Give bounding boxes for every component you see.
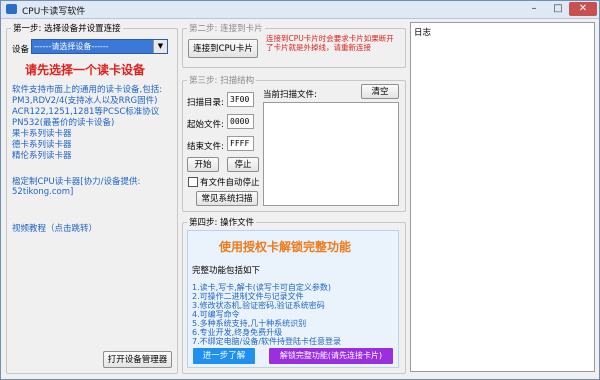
open-device-manager-button[interactable]: 打开设备管理器 (103, 351, 172, 368)
auto-stop-label: 有文件自动停止 (200, 178, 260, 188)
scan-dir-label: 扫描目录: (187, 98, 224, 108)
feature-item: 7.不绑定电脑/设备/软件持登陆卡任意登录 (192, 337, 342, 346)
end-file-label: 结束文件: (187, 142, 224, 152)
title-bar[interactable]: CPU卡读写软件 – □ ✕ (1, 1, 599, 19)
video-tutorial-link[interactable]: 视频教程（点击跳转） (12, 222, 97, 234)
connect-hint: 连接到CPU卡片时会要求卡片如果断开了卡片就是外掉线，请重新连接 (266, 34, 394, 52)
device-label: 设备 (12, 45, 30, 55)
app-window: CPU卡读写软件 – □ ✕ 第一步: 选择设备并设置连接 设备 ------请… (0, 0, 600, 380)
close-button[interactable]: ✕ (569, 2, 597, 16)
stop-scan-button[interactable]: 停止 (227, 157, 259, 172)
select-device-prompt: 请先选择一个读卡设备 (25, 63, 146, 77)
unlock-full-features-button[interactable]: 解锁完整功能(请先连接卡片) (269, 348, 393, 364)
end-file-input[interactable]: FFFF (227, 136, 254, 151)
start-file-label: 起始文件: (187, 120, 224, 130)
device-select-value: ------请选择设备------ (34, 42, 109, 51)
info-line: 楹定制CPU读卡器[协力/设备提供: (12, 177, 141, 187)
device-select[interactable]: ------请选择设备------ ▼ (31, 39, 168, 54)
window-title: CPU卡读写软件 (22, 7, 86, 17)
clear-button[interactable]: 清空 (361, 84, 399, 99)
connect-card-button[interactable]: 连接到CPU卡片 (188, 39, 258, 58)
cpu-card-icon (6, 4, 17, 14)
info-line: 精伦系列读卡器 (12, 151, 72, 161)
step3-legend: 第三步: 扫描结构 (189, 76, 255, 86)
current-file-list[interactable] (263, 102, 399, 206)
minimize-button[interactable]: – (523, 2, 545, 16)
chevron-down-icon[interactable]: ▼ (153, 40, 167, 53)
step4-legend: 第四步: 操作文件 (189, 218, 255, 228)
scan-dir-input[interactable]: 3F00 (227, 92, 254, 107)
log-title: 日志 (414, 28, 432, 38)
common-system-scan-button[interactable]: 常见系统扫描 (196, 191, 258, 206)
step1-legend: 第一步: 选择设备并设置连接 (13, 24, 121, 34)
info-line: 52tikong.com] (12, 187, 74, 197)
start-file-input[interactable]: 0000 (227, 114, 254, 129)
learn-more-button[interactable]: 进一步了解 (193, 348, 255, 364)
auto-stop-checkbox[interactable] (188, 177, 198, 187)
step2-legend: 第二步: 连接到卡片 (189, 24, 263, 34)
features-title: 完整功能包括如下 (192, 266, 261, 276)
log-panel[interactable]: 日志 (410, 22, 595, 372)
current-file-label: 当前扫描文件: (263, 90, 317, 100)
maximize-button[interactable]: □ (547, 2, 569, 16)
start-scan-button[interactable]: 开始 (187, 157, 219, 172)
unlock-headline: 使用授权卡解锁完整功能 (219, 240, 352, 254)
window-controls: – □ ✕ (521, 1, 599, 17)
